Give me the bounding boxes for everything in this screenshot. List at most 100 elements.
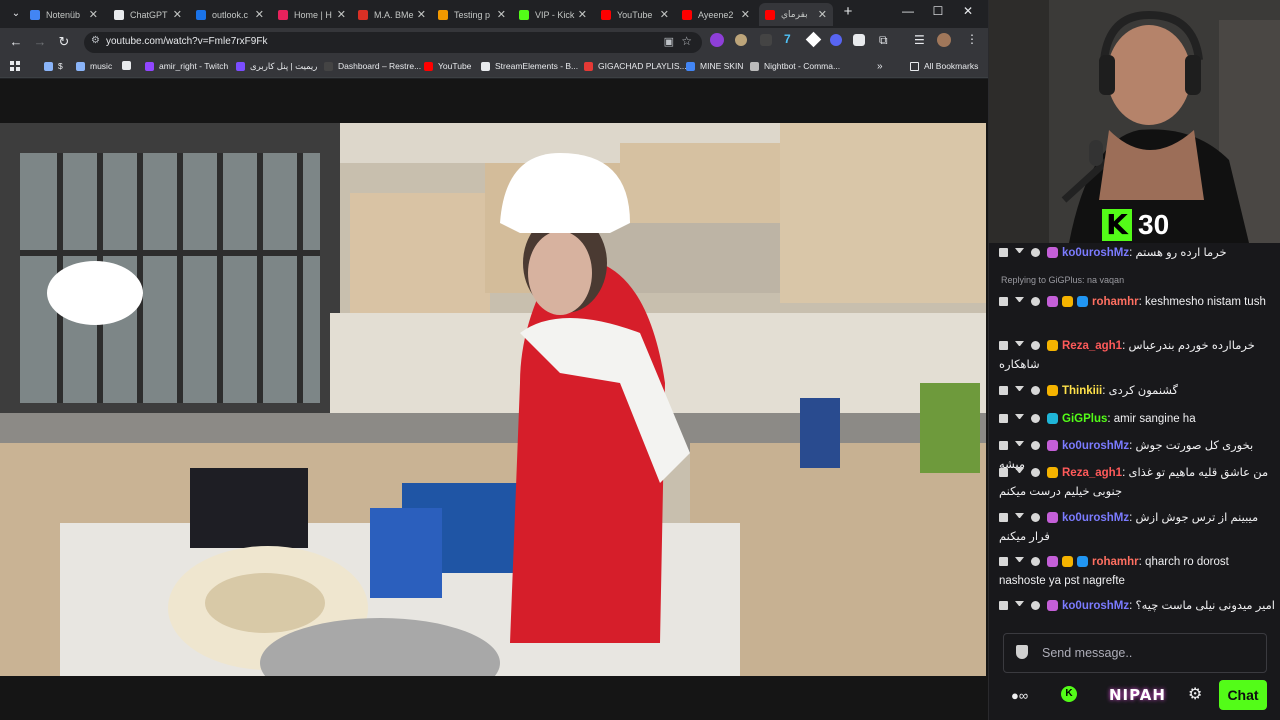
extensions-puzzle-icon[interactable]: ⧉ — [879, 33, 888, 48]
ban-icon[interactable] — [1031, 248, 1040, 258]
tab-close-icon[interactable]: ✕ — [660, 8, 669, 21]
bookmark-2[interactable] — [122, 61, 136, 70]
ban-icon[interactable] — [1031, 386, 1040, 396]
chat-username[interactable]: ko0uroshMz — [1062, 512, 1129, 524]
tab-close-icon[interactable]: ✕ — [173, 8, 182, 21]
close-window-button[interactable]: ✕ — [958, 4, 978, 18]
ban-icon[interactable] — [1031, 341, 1040, 351]
reload-icon[interactable]: ↻ — [56, 34, 72, 50]
tab-6[interactable]: VIP - Kick ✕ — [513, 3, 593, 26]
timeout-icon[interactable] — [1015, 441, 1024, 450]
new-tab-button[interactable]: + — [838, 3, 858, 20]
tab-close-icon[interactable]: ✕ — [741, 8, 750, 21]
tab-close-icon[interactable]: ✕ — [497, 8, 506, 21]
delete-message-icon[interactable] — [999, 557, 1008, 567]
delete-message-icon[interactable] — [999, 386, 1008, 396]
timeout-icon[interactable] — [1015, 414, 1024, 423]
chat-username[interactable]: GiGPlus — [1062, 413, 1107, 425]
bookmark-4[interactable]: ريميت | پنل کاربری — [236, 61, 317, 72]
bookmark-5[interactable]: Dashboard – Restre... — [324, 61, 421, 71]
tab-search-chevron-icon[interactable]: ⌄ — [8, 6, 24, 22]
chat-username[interactable]: ko0uroshMz — [1062, 600, 1129, 612]
delete-message-icon[interactable] — [999, 297, 1008, 307]
menu-kebab-icon[interactable]: ⋮ — [966, 32, 978, 46]
extension-diamond-icon[interactable] — [805, 31, 822, 48]
chat-send-button[interactable]: Chat — [1219, 680, 1267, 710]
bookmark-3[interactable]: amir_right - Twitch — [145, 61, 228, 71]
reading-list-icon[interactable]: ☰ — [914, 33, 925, 47]
chat-input[interactable]: Send message.. — [1003, 633, 1267, 673]
tab-close-icon[interactable]: ✕ — [89, 8, 98, 21]
extension-dark-icon[interactable] — [760, 34, 772, 46]
extension-seven-tv-icon[interactable]: 7 — [784, 32, 791, 46]
delete-message-icon[interactable] — [999, 414, 1008, 424]
delete-message-icon[interactable] — [999, 441, 1008, 451]
ban-icon[interactable] — [1031, 557, 1040, 567]
bookmark-9[interactable]: MINE SKIN — [686, 61, 743, 71]
site-info-icon[interactable]: ⚙ — [91, 35, 100, 46]
extension-discord-icon[interactable] — [830, 34, 842, 46]
tab-close-icon[interactable]: ✕ — [818, 8, 827, 21]
tab-2[interactable]: outlook.c ✕ — [190, 3, 270, 26]
maximize-button[interactable]: ☐ — [928, 4, 948, 18]
bookmark-0[interactable]: $ — [44, 61, 63, 71]
tab-0[interactable]: Notenüb ✕ — [24, 3, 104, 26]
delete-message-icon[interactable] — [999, 248, 1008, 258]
timeout-icon[interactable] — [1015, 513, 1024, 522]
chat-username[interactable]: rohamhr — [1092, 296, 1139, 308]
apps-grid-icon[interactable] — [10, 61, 20, 71]
chat-username[interactable]: ko0uroshMz — [1062, 247, 1129, 259]
points-infinity-icon[interactable]: ●∞ — [1011, 688, 1028, 703]
tab-9[interactable]: بفرماي ✕ — [759, 3, 833, 26]
delete-message-icon[interactable] — [999, 341, 1008, 351]
tab-close-icon[interactable]: ✕ — [255, 8, 264, 21]
bookmarks-overflow-icon[interactable]: » — [877, 61, 883, 72]
tab-1[interactable]: ChatGPT ✕ — [108, 3, 188, 26]
extension-cat-icon[interactable] — [735, 34, 747, 46]
bookmark-7[interactable]: StreamElements - B... — [481, 61, 578, 71]
address-bar[interactable]: ⚙ youtube.com/watch?v=Fmle7rxF9Fk ▣ ☆ — [84, 32, 702, 53]
tab-4[interactable]: M.A. BMe ✕ — [352, 3, 432, 26]
cast-icon[interactable]: ▣ — [664, 35, 674, 48]
bookmark-star-icon[interactable]: ☆ — [681, 34, 692, 48]
chat-username[interactable]: rohamhr — [1092, 556, 1139, 568]
tab-3[interactable]: Home | H ✕ — [272, 3, 352, 26]
delete-message-icon[interactable] — [999, 513, 1008, 523]
tab-7[interactable]: YouTube ✕ — [595, 3, 675, 26]
minimize-button[interactable]: — — [898, 4, 918, 18]
ban-icon[interactable] — [1031, 601, 1040, 611]
timeout-icon[interactable] — [1015, 248, 1024, 257]
ban-icon[interactable] — [1031, 468, 1040, 478]
timeout-icon[interactable] — [1015, 297, 1024, 306]
nipah-emote-label[interactable]: NIPAH — [1109, 686, 1166, 704]
bookmark-8[interactable]: GIGACHAD PLAYLIS... — [584, 61, 687, 71]
chat-username[interactable]: Reza_agh1 — [1062, 340, 1122, 352]
timeout-icon[interactable] — [1015, 386, 1024, 395]
timeout-icon[interactable] — [1015, 341, 1024, 350]
ban-icon[interactable] — [1031, 297, 1040, 307]
extension-box-icon[interactable] — [853, 34, 865, 46]
chat-username[interactable]: Thinkiii — [1062, 385, 1102, 397]
back-arrow-icon[interactable]: ← — [8, 34, 24, 50]
tab-close-icon[interactable]: ✕ — [417, 8, 426, 21]
chat-username[interactable]: Reza_agh1 — [1062, 467, 1122, 479]
extension-badge-icon[interactable] — [710, 33, 724, 47]
delete-message-icon[interactable] — [999, 468, 1008, 478]
bookmark-6[interactable]: YouTube — [424, 61, 471, 71]
tab-5[interactable]: Testing p ✕ — [432, 3, 512, 26]
chat-username[interactable]: ko0uroshMz — [1062, 440, 1129, 452]
tab-8[interactable]: Ayeene2 ✕ — [676, 3, 756, 26]
timeout-icon[interactable] — [1015, 468, 1024, 477]
profile-avatar[interactable] — [937, 33, 951, 47]
bookmark-1[interactable]: music — [76, 61, 112, 71]
forward-arrow-icon[interactable]: → — [32, 34, 48, 50]
ban-icon[interactable] — [1031, 441, 1040, 451]
video-player[interactable] — [0, 123, 986, 676]
delete-message-icon[interactable] — [999, 601, 1008, 611]
timeout-icon[interactable] — [1015, 601, 1024, 610]
tab-close-icon[interactable]: ✕ — [337, 8, 346, 21]
all-bookmarks-link[interactable]: All Bookmarks — [910, 61, 978, 71]
ban-icon[interactable] — [1031, 513, 1040, 523]
timeout-icon[interactable] — [1015, 557, 1024, 566]
tab-close-icon[interactable]: ✕ — [578, 8, 587, 21]
